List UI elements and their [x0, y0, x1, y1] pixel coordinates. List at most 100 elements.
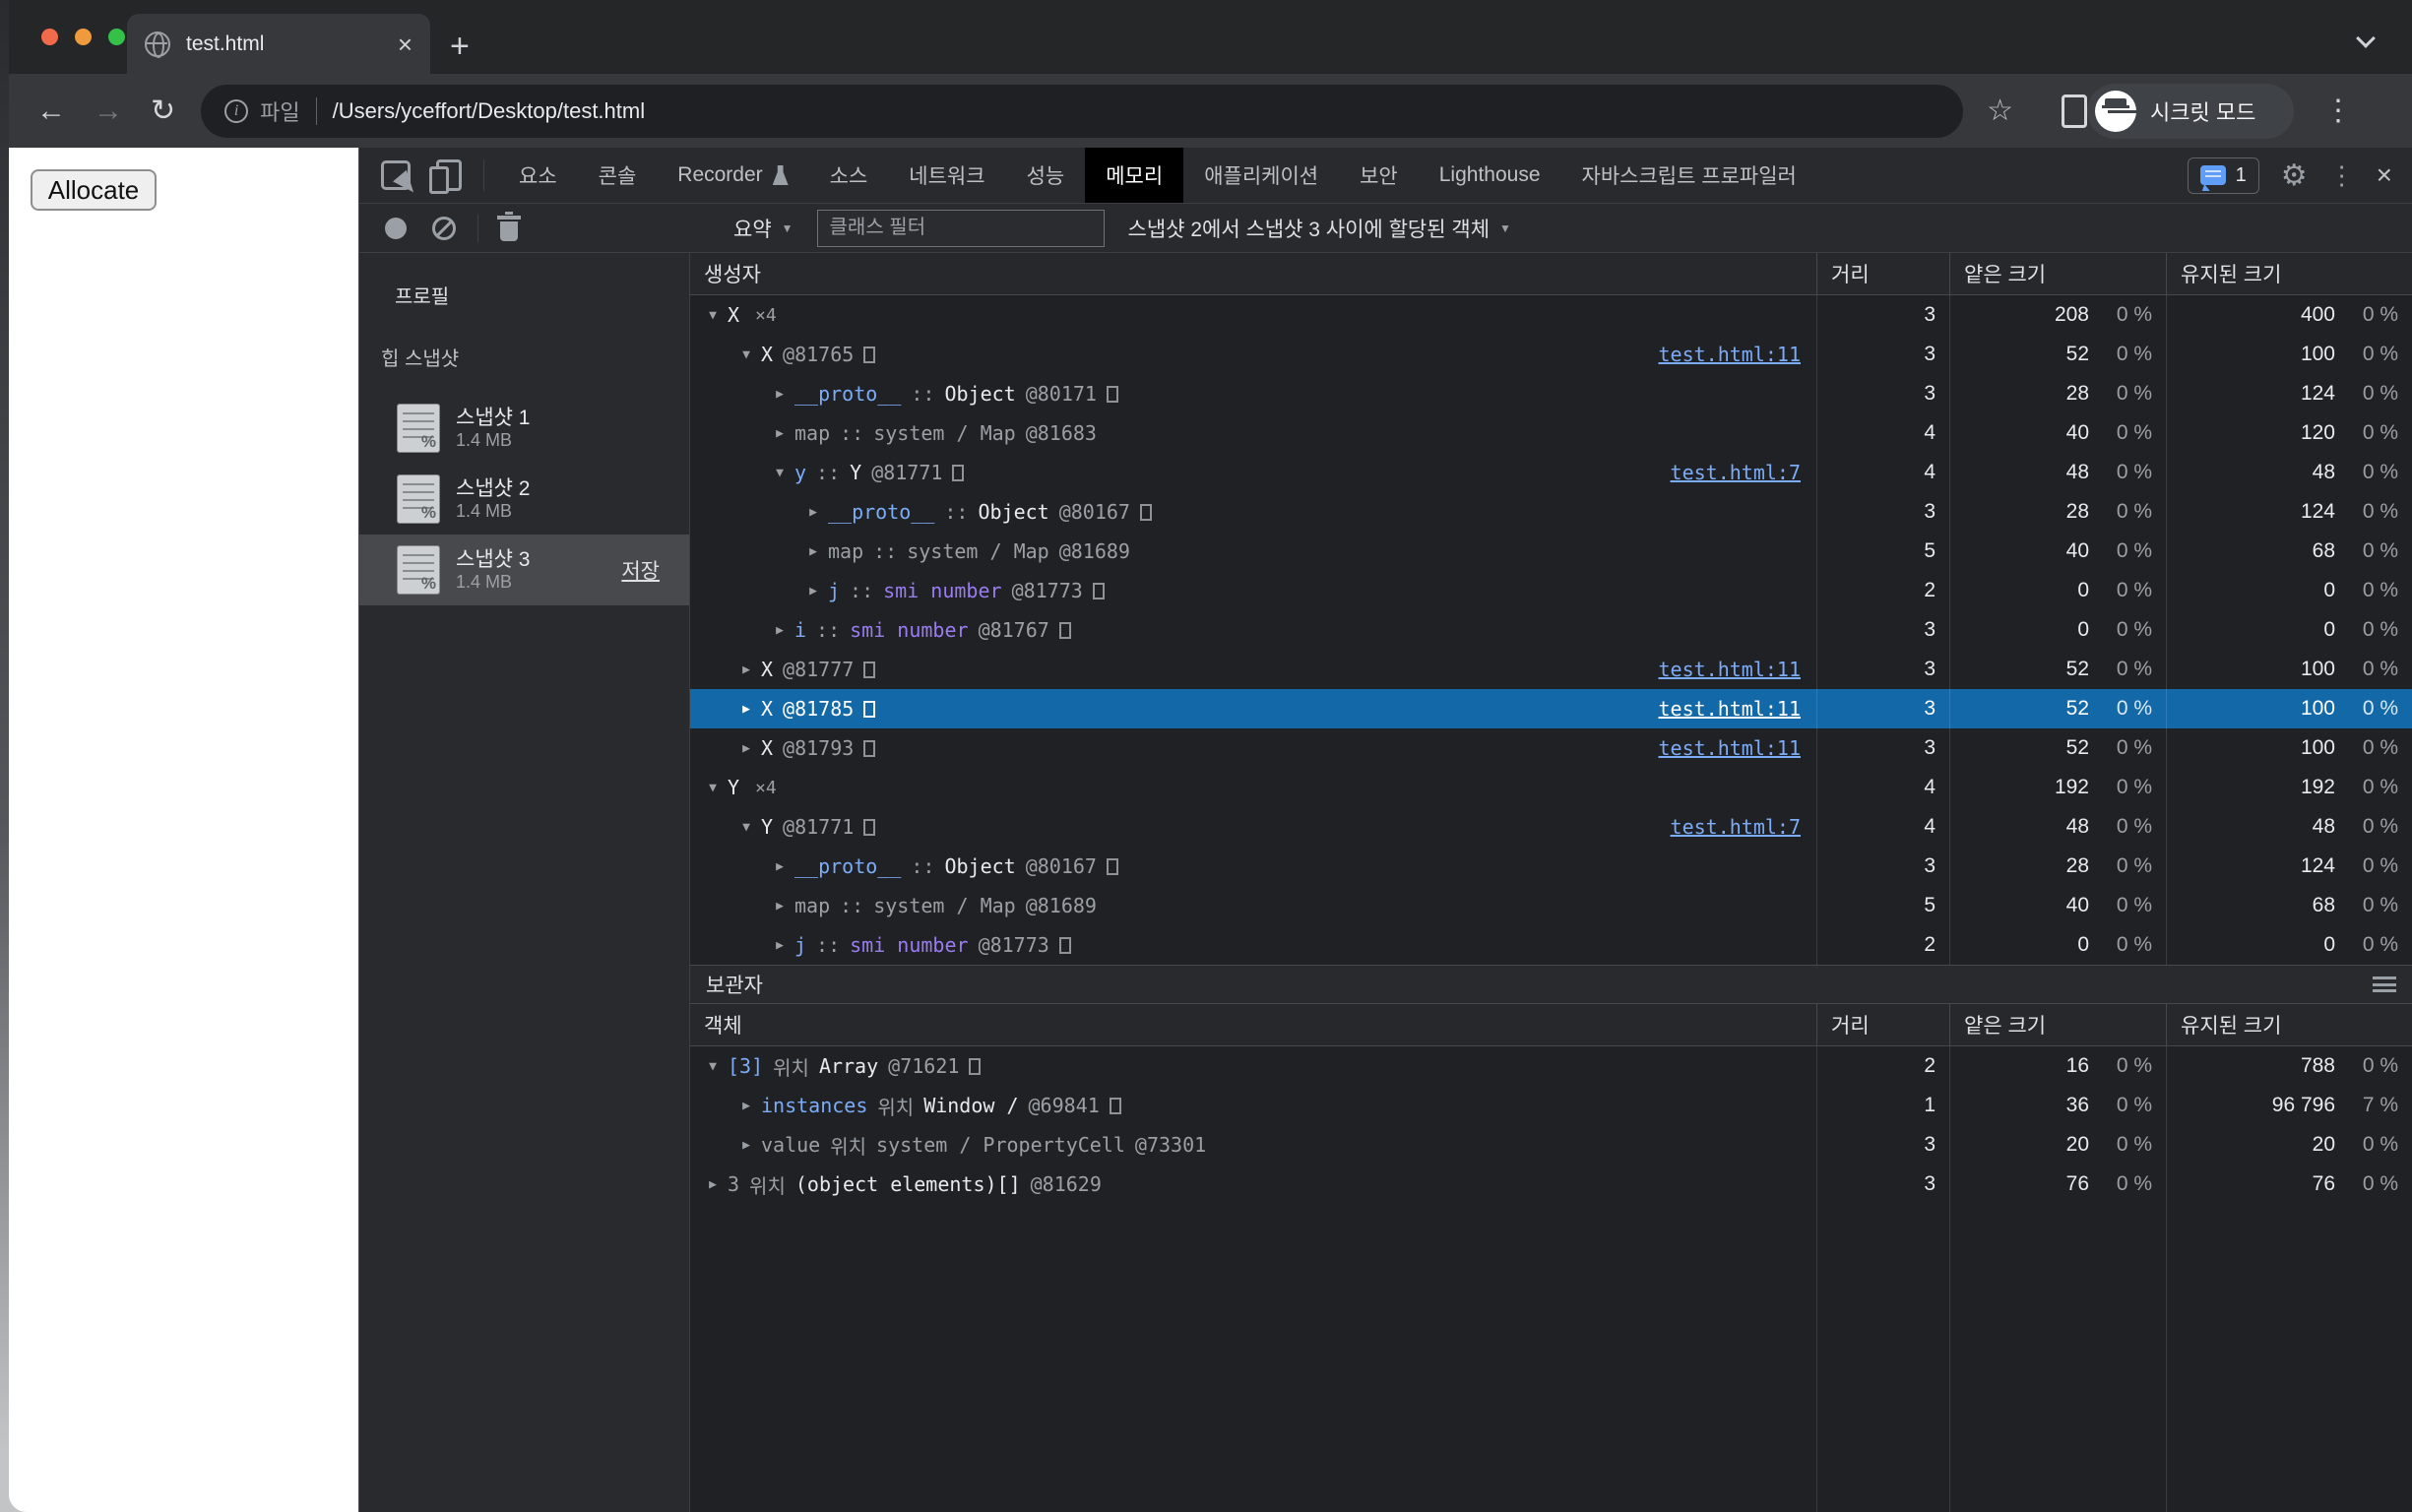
source-link[interactable]: test.html:7 — [1671, 815, 1801, 839]
column-header[interactable]: 얕은 크기 — [1949, 253, 2166, 294]
source-link[interactable]: test.html:11 — [1659, 343, 1802, 366]
column-header[interactable]: 유지된 크기 — [2166, 253, 2412, 294]
grid-row[interactable]: ▼[3]위치Array@716212160 %7880 % — [690, 1046, 2412, 1086]
grid-row[interactable]: ▶__proto__::Object@801673280 %1240 % — [690, 847, 2412, 886]
class-filter-input[interactable] — [817, 210, 1105, 247]
devtools-tab-보안[interactable]: 보안 — [1339, 148, 1419, 203]
grid-row[interactable]: ▶X@81793test.html:113520 %1000 % — [690, 728, 2412, 768]
inspect-element-icon[interactable] — [381, 160, 411, 190]
browser-menu-button[interactable]: ⋮ — [2323, 94, 2353, 128]
column-header[interactable]: 유지된 크기 — [2166, 1004, 2412, 1045]
page-info-icon[interactable]: i — [224, 99, 248, 123]
devtools-close-icon[interactable]: × — [2377, 159, 2392, 191]
side-panel-icon[interactable] — [2062, 94, 2087, 128]
allocate-button[interactable]: Allocate — [31, 169, 157, 211]
devtools-menu-icon[interactable]: ⋮ — [2329, 160, 2355, 191]
snapshot-range-select[interactable]: 스냅샷 2에서 스냅샷 3 사이에 할당된 객체 ▼ — [1114, 214, 1525, 243]
bookmark-star-icon[interactable]: ☆ — [1987, 94, 2013, 128]
object-preview-icon[interactable] — [863, 701, 875, 718]
column-header[interactable]: 거리 — [1816, 1004, 1949, 1045]
object-preview-icon[interactable] — [1140, 504, 1152, 521]
grid-row[interactable]: ▼Y×441920 %1920 % — [690, 768, 2412, 807]
object-preview-icon[interactable] — [952, 465, 964, 481]
new-tab-button[interactable]: + — [450, 28, 470, 66]
shallow-size-cell: 200 % — [1949, 1125, 2166, 1165]
snapshot-item[interactable]: 스냅샷 31.4 MB저장 — [359, 535, 689, 605]
issues-button[interactable]: 1 — [2188, 158, 2259, 194]
object-preview-icon[interactable] — [969, 1058, 981, 1075]
reload-button[interactable]: ↻ — [151, 94, 175, 128]
column-header[interactable]: 생성자 — [690, 253, 1816, 294]
back-button[interactable]: ← — [36, 94, 66, 128]
devtools-tab-자바스크립트 프로파일러[interactable]: 자바스크립트 프로파일러 — [1561, 148, 1817, 203]
devtools-tab-콘솔[interactable]: 콘솔 — [578, 148, 658, 203]
grid-row[interactable]: ▶X@81777test.html:113520 %1000 % — [690, 650, 2412, 689]
grid-row[interactable]: ▶value위치system / PropertyCell@733013200 … — [690, 1125, 2412, 1165]
devtools-tab-소스[interactable]: 소스 — [809, 148, 889, 203]
devtools-tab-메모리[interactable]: 메모리 — [1085, 148, 1183, 203]
grid-row[interactable]: ▼X@81765test.html:113520 %1000 % — [690, 335, 2412, 374]
grid-row[interactable]: ▶instances위치Window /@698411360 %96 7967 … — [690, 1086, 2412, 1125]
tab-close-icon[interactable]: × — [398, 32, 413, 57]
close-button[interactable] — [41, 29, 58, 45]
delete-snapshot-icon[interactable] — [500, 221, 518, 241]
devtools-tab-네트워크[interactable]: 네트워크 — [888, 148, 1005, 203]
grid-row[interactable]: ▼X×432080 %4000 % — [690, 295, 2412, 335]
devtools-tab-Lighthouse[interactable]: Lighthouse — [1419, 148, 1561, 203]
source-link[interactable]: test.html:11 — [1659, 736, 1802, 760]
object-preview-icon[interactable] — [1107, 858, 1118, 875]
forward-button[interactable]: → — [94, 94, 123, 128]
object-preview-icon[interactable] — [1059, 622, 1071, 639]
grid-row[interactable]: ▶__proto__::Object@801673280 %1240 % — [690, 492, 2412, 532]
maximize-button[interactable] — [108, 29, 125, 45]
column-header[interactable]: 객체 — [690, 1004, 1816, 1045]
source-link[interactable]: test.html:11 — [1659, 658, 1802, 681]
snapshot-item[interactable]: 스냅샷 21.4 MB — [359, 464, 689, 535]
node-name: map — [828, 539, 863, 563]
object-id: @81629 — [1031, 1172, 1102, 1196]
tab-search-chevron-icon[interactable] — [2356, 29, 2376, 48]
column-header[interactable]: 거리 — [1816, 253, 1949, 294]
view-select[interactable]: 요약 ▼ — [720, 214, 807, 243]
settings-gear-icon[interactable]: ⚙ — [2281, 158, 2308, 193]
shallow-size-value: 192 — [2055, 776, 2089, 799]
object-preview-icon[interactable] — [863, 662, 875, 678]
minimize-button[interactable] — [75, 29, 92, 45]
shallow-size-percent: 0 % — [2089, 539, 2166, 563]
column-header[interactable]: 얕은 크기 — [1949, 1004, 2166, 1045]
object-preview-icon[interactable] — [863, 740, 875, 757]
browser-tab[interactable]: test.html × — [127, 14, 430, 74]
menu-hamburger-icon[interactable] — [2373, 976, 2396, 992]
devtools-tab-성능[interactable]: 성능 — [1006, 148, 1086, 203]
constructor-rows: ▼X×432080 %4000 %▼X@81765test.html:11352… — [690, 295, 2412, 965]
save-snapshot-link[interactable]: 저장 — [621, 555, 660, 585]
record-icon[interactable] — [385, 218, 407, 239]
address-bar[interactable]: i 파일 /Users/yceffort/Desktop/test.html — [201, 85, 1963, 138]
object-preview-icon[interactable] — [1107, 386, 1118, 403]
source-link[interactable]: test.html:7 — [1671, 461, 1801, 484]
devtools-tab-애플리케이션[interactable]: 애플리케이션 — [1183, 148, 1339, 203]
devtools-tab-요소[interactable]: 요소 — [498, 148, 578, 203]
grid-row[interactable]: ▶__proto__::Object@801713280 %1240 % — [690, 374, 2412, 413]
device-toolbar-icon[interactable] — [436, 159, 462, 191]
object-preview-icon[interactable] — [1093, 583, 1105, 599]
object-preview-icon[interactable] — [1059, 937, 1071, 954]
object-preview-icon[interactable] — [863, 346, 875, 363]
clear-profiles-icon[interactable] — [432, 217, 456, 240]
grid-row[interactable]: ▶map::system / Map@816834400 %1200 % — [690, 413, 2412, 453]
devtools-tab-Recorder[interactable]: Recorder — [657, 148, 808, 203]
grid-row[interactable]: ▶X@81785test.html:113520 %1000 % — [690, 689, 2412, 728]
grid-row[interactable]: ▶j::smi number@81773200 %00 % — [690, 571, 2412, 610]
source-link[interactable]: test.html:11 — [1659, 697, 1802, 721]
snapshot-item[interactable]: 스냅샷 11.4 MB — [359, 393, 689, 464]
grid-row[interactable]: ▶3위치(object elements)[]@816293760 %760 % — [690, 1165, 2412, 1204]
object-preview-icon[interactable] — [863, 819, 875, 836]
grid-row[interactable]: ▶map::system / Map@816895400 %680 % — [690, 532, 2412, 571]
grid-row[interactable]: ▶j::smi number@81773200 %00 % — [690, 925, 2412, 965]
grid-row[interactable]: ▼y::Y@81771test.html:74480 %480 % — [690, 453, 2412, 492]
grid-row[interactable]: ▼Y@81771test.html:74480 %480 % — [690, 807, 2412, 847]
grid-row[interactable]: ▶i::smi number@81767300 %00 % — [690, 610, 2412, 650]
grid-row[interactable]: ▶map::system / Map@816895400 %680 % — [690, 886, 2412, 925]
object-preview-icon[interactable] — [1110, 1098, 1121, 1114]
node-type: system / Map — [873, 421, 1016, 445]
